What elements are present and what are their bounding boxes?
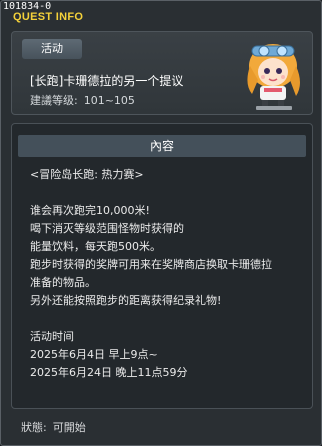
description-line: 喝下消灭等级范围怪物时获得的 <box>30 222 184 235</box>
event-start-time: 2025年6月4日 早上9点~ <box>30 348 158 361</box>
quest-description: <冒险岛长跑: 热力赛> 谁会再次跑完10,000米! 喝下消灭等级范围怪物时获… <box>30 166 308 382</box>
quest-name: [长跑]卡珊德拉的另一个提议 <box>30 74 184 88</box>
quest-header-panel: 活动 [长跑]卡珊德拉的另一个提议 建議等级: 101~105 <box>11 31 313 115</box>
description-line: 另外还能按照跑步的距离获得纪录礼物! <box>30 294 222 307</box>
event-time-label: 活动时间 <box>30 330 74 343</box>
status-label: 狀態: <box>21 421 47 434</box>
event-end-time: 2025年6月24日 晚上11点59分 <box>30 366 188 379</box>
description-line <box>30 310 308 328</box>
status-value: 可開始 <box>52 421 86 434</box>
content-section-title: 內容 <box>18 135 306 157</box>
recommended-level: 建議等级: 101~105 <box>30 92 135 108</box>
window-title: QUEST INFO <box>13 11 84 23</box>
quest-info-window: 101834-0 QUEST INFO 活动 [长跑]卡珊德拉的另一个提议 建議… <box>0 0 322 446</box>
quest-content-panel: 內容 <冒险岛长跑: 热力赛> 谁会再次跑完10,000米! 喝下消灭等级范围怪… <box>11 123 313 409</box>
description-line: 谁会再次跑完10,000米! <box>30 204 150 217</box>
quest-status: 狀態: 可開始 <box>21 419 86 435</box>
npc-portrait-icon <box>247 44 300 110</box>
level-value: 101~105 <box>83 94 135 107</box>
level-label: 建議等级: <box>30 94 78 107</box>
description-line: 跑步时获得的奖牌可用来在奖牌商店换取卡珊德拉 <box>30 258 272 271</box>
event-badge: 活动 <box>22 39 82 59</box>
description-line: 能量饮料，每天跑500米。 <box>30 240 161 253</box>
description-line <box>30 184 308 202</box>
description-line: <冒险岛长跑: 热力赛> <box>30 168 144 181</box>
description-line: 准备的物品。 <box>30 276 96 289</box>
